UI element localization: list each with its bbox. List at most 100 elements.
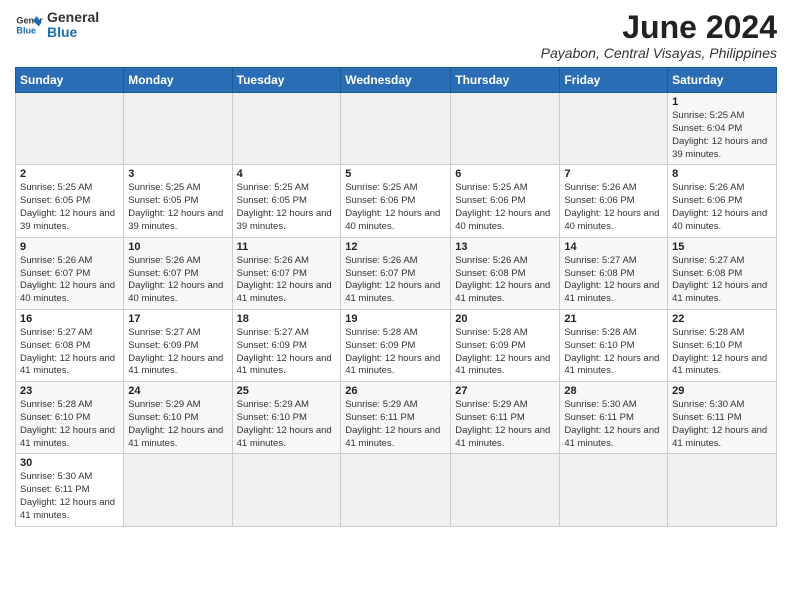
day-info: Sunrise: 5:30 AMSunset: 6:11 PMDaylight:… — [672, 399, 772, 450]
calendar-cell — [451, 93, 560, 165]
calendar-cell — [451, 454, 560, 526]
day-number: 29 — [672, 385, 772, 397]
day-number: 19 — [345, 313, 446, 325]
week-row-3: 9 Sunrise: 5:26 AMSunset: 6:07 PMDaylight… — [16, 237, 777, 309]
calendar-cell: 7 Sunrise: 5:26 AMSunset: 6:06 PMDaylight… — [560, 165, 668, 237]
calendar-cell: 22Sunrise: 5:28 AMSunset: 6:10 PMDayligh… — [668, 309, 777, 381]
day-number: 21 — [564, 313, 663, 325]
calendar-cell — [668, 454, 777, 526]
calendar-cell: 21 Sunrise: 5:28 AMSunset: 6:10 PMDayligh… — [560, 309, 668, 381]
day-info: Sunrise: 5:29 AMSunset: 6:11 PMDaylight:… — [455, 399, 555, 450]
day-info: Sunrise: 5:27 AMSunset: 6:09 PMDaylight:… — [128, 327, 227, 378]
day-number: 18 — [237, 313, 337, 325]
calendar-table: SundayMondayTuesdayWednesdayThursdayFrid… — [15, 67, 777, 527]
day-info: Sunrise: 5:27 AMSunset: 6:08 PMDaylight:… — [20, 327, 119, 378]
week-row-5: 23 Sunrise: 5:28 AMSunset: 6:10 PMDayligh… — [16, 382, 777, 454]
calendar-cell: 12 Sunrise: 5:26 AMSunset: 6:07 PMDayligh… — [341, 237, 451, 309]
logo-general: General — [47, 10, 99, 25]
calendar-cell: 18Sunrise: 5:27 AMSunset: 6:09 PMDayligh… — [232, 309, 341, 381]
day-info: Sunrise: 5:30 AMSunset: 6:11 PMDaylight:… — [564, 399, 663, 450]
calendar-cell: 5 Sunrise: 5:25 AMSunset: 6:06 PMDaylight… — [341, 165, 451, 237]
day-number: 7 — [564, 168, 663, 180]
day-number: 2 — [20, 168, 119, 180]
day-info: Sunrise: 5:26 AMSunset: 6:06 PMDaylight:… — [672, 182, 772, 233]
calendar-cell — [232, 454, 341, 526]
day-info: Sunrise: 5:25 AMSunset: 6:06 PMDaylight:… — [455, 182, 555, 233]
page-title: June 2024 — [541, 10, 777, 45]
day-info: Sunrise: 5:30 AMSunset: 6:11 PMDaylight:… — [20, 471, 119, 522]
logo: General Blue General Blue — [15, 10, 99, 41]
calendar-cell: 2 Sunrise: 5:25 AMSunset: 6:05 PMDaylight… — [16, 165, 124, 237]
calendar-cell — [124, 93, 232, 165]
week-row-1: 1 Sunrise: 5:25 AMSunset: 6:04 PMDaylight… — [16, 93, 777, 165]
calendar-cell: 25 Sunrise: 5:29 AMSunset: 6:10 PMDayligh… — [232, 382, 341, 454]
day-info: Sunrise: 5:25 AMSunset: 6:05 PMDaylight:… — [20, 182, 119, 233]
day-info: Sunrise: 5:25 AMSunset: 6:06 PMDaylight:… — [345, 182, 446, 233]
day-number: 1 — [672, 96, 772, 108]
calendar-cell — [341, 93, 451, 165]
calendar-cell: 19 Sunrise: 5:28 AMSunset: 6:09 PMDayligh… — [341, 309, 451, 381]
weekday-header-monday: Monday — [124, 68, 232, 93]
day-info: Sunrise: 5:26 AMSunset: 6:07 PMDaylight:… — [345, 255, 446, 306]
calendar-cell — [124, 454, 232, 526]
day-number: 10 — [128, 241, 227, 253]
calendar-cell: 17Sunrise: 5:27 AMSunset: 6:09 PMDayligh… — [124, 309, 232, 381]
day-number: 13 — [455, 241, 555, 253]
day-number: 9 — [20, 241, 119, 253]
calendar-cell — [341, 454, 451, 526]
day-info: Sunrise: 5:26 AMSunset: 6:08 PMDaylight:… — [455, 255, 555, 306]
week-row-4: 16 Sunrise: 5:27 AMSunset: 6:08 PMDayligh… — [16, 309, 777, 381]
calendar-cell: 11 Sunrise: 5:26 AMSunset: 6:07 PMDayligh… — [232, 237, 341, 309]
day-info: Sunrise: 5:26 AMSunset: 6:07 PMDaylight:… — [237, 255, 337, 306]
weekday-header-saturday: Saturday — [668, 68, 777, 93]
week-row-2: 2 Sunrise: 5:25 AMSunset: 6:05 PMDaylight… — [16, 165, 777, 237]
day-number: 24 — [128, 385, 227, 397]
day-number: 27 — [455, 385, 555, 397]
logo-blue: Blue — [47, 25, 99, 40]
svg-text:Blue: Blue — [16, 26, 36, 36]
day-number: 20 — [455, 313, 555, 325]
calendar-cell: 16 Sunrise: 5:27 AMSunset: 6:08 PMDayligh… — [16, 309, 124, 381]
day-number: 25 — [237, 385, 337, 397]
day-info: Sunrise: 5:28 AMSunset: 6:10 PMDaylight:… — [564, 327, 663, 378]
logo-icon: General Blue — [15, 11, 43, 39]
calendar-cell: 26Sunrise: 5:29 AMSunset: 6:11 PMDayligh… — [341, 382, 451, 454]
day-info: Sunrise: 5:28 AMSunset: 6:10 PMDaylight:… — [20, 399, 119, 450]
page-container: General Blue General Blue June 2024 Paya… — [15, 10, 777, 527]
week-row-6: 30Sunrise: 5:30 AMSunset: 6:11 PMDayligh… — [16, 454, 777, 526]
calendar-cell: 6Sunrise: 5:25 AMSunset: 6:06 PMDaylight… — [451, 165, 560, 237]
day-info: Sunrise: 5:29 AMSunset: 6:10 PMDaylight:… — [237, 399, 337, 450]
day-number: 16 — [20, 313, 119, 325]
day-number: 5 — [345, 168, 446, 180]
calendar-cell: 29 Sunrise: 5:30 AMSunset: 6:11 PMDayligh… — [668, 382, 777, 454]
weekday-header-sunday: Sunday — [16, 68, 124, 93]
weekday-header-thursday: Thursday — [451, 68, 560, 93]
calendar-cell: 8Sunrise: 5:26 AMSunset: 6:06 PMDaylight… — [668, 165, 777, 237]
calendar-cell: 15 Sunrise: 5:27 AMSunset: 6:08 PMDayligh… — [668, 237, 777, 309]
calendar-cell: 10 Sunrise: 5:26 AMSunset: 6:07 PMDayligh… — [124, 237, 232, 309]
weekday-header-row: SundayMondayTuesdayWednesdayThursdayFrid… — [16, 68, 777, 93]
day-info: Sunrise: 5:29 AMSunset: 6:11 PMDaylight:… — [345, 399, 446, 450]
day-number: 3 — [128, 168, 227, 180]
day-info: Sunrise: 5:28 AMSunset: 6:09 PMDaylight:… — [345, 327, 446, 378]
day-number: 23 — [20, 385, 119, 397]
calendar-cell — [560, 454, 668, 526]
day-number: 11 — [237, 241, 337, 253]
day-info: Sunrise: 5:26 AMSunset: 6:06 PMDaylight:… — [564, 182, 663, 233]
day-info: Sunrise: 5:26 AMSunset: 6:07 PMDaylight:… — [128, 255, 227, 306]
day-number: 14 — [564, 241, 663, 253]
calendar-cell — [232, 93, 341, 165]
calendar-cell: 4Sunrise: 5:25 AMSunset: 6:05 PMDaylight… — [232, 165, 341, 237]
day-number: 12 — [345, 241, 446, 253]
day-info: Sunrise: 5:28 AMSunset: 6:09 PMDaylight:… — [455, 327, 555, 378]
calendar-cell: 20 Sunrise: 5:28 AMSunset: 6:09 PMDayligh… — [451, 309, 560, 381]
day-number: 15 — [672, 241, 772, 253]
calendar-cell: 23 Sunrise: 5:28 AMSunset: 6:10 PMDayligh… — [16, 382, 124, 454]
day-info: Sunrise: 5:25 AMSunset: 6:04 PMDaylight:… — [672, 110, 772, 161]
day-number: 22 — [672, 313, 772, 325]
page-subtitle: Payabon, Central Visayas, Philippines — [541, 45, 777, 61]
header: General Blue General Blue June 2024 Paya… — [15, 10, 777, 61]
calendar-cell: 27 Sunrise: 5:29 AMSunset: 6:11 PMDayligh… — [451, 382, 560, 454]
day-info: Sunrise: 5:27 AMSunset: 6:08 PMDaylight:… — [672, 255, 772, 306]
weekday-header-tuesday: Tuesday — [232, 68, 341, 93]
